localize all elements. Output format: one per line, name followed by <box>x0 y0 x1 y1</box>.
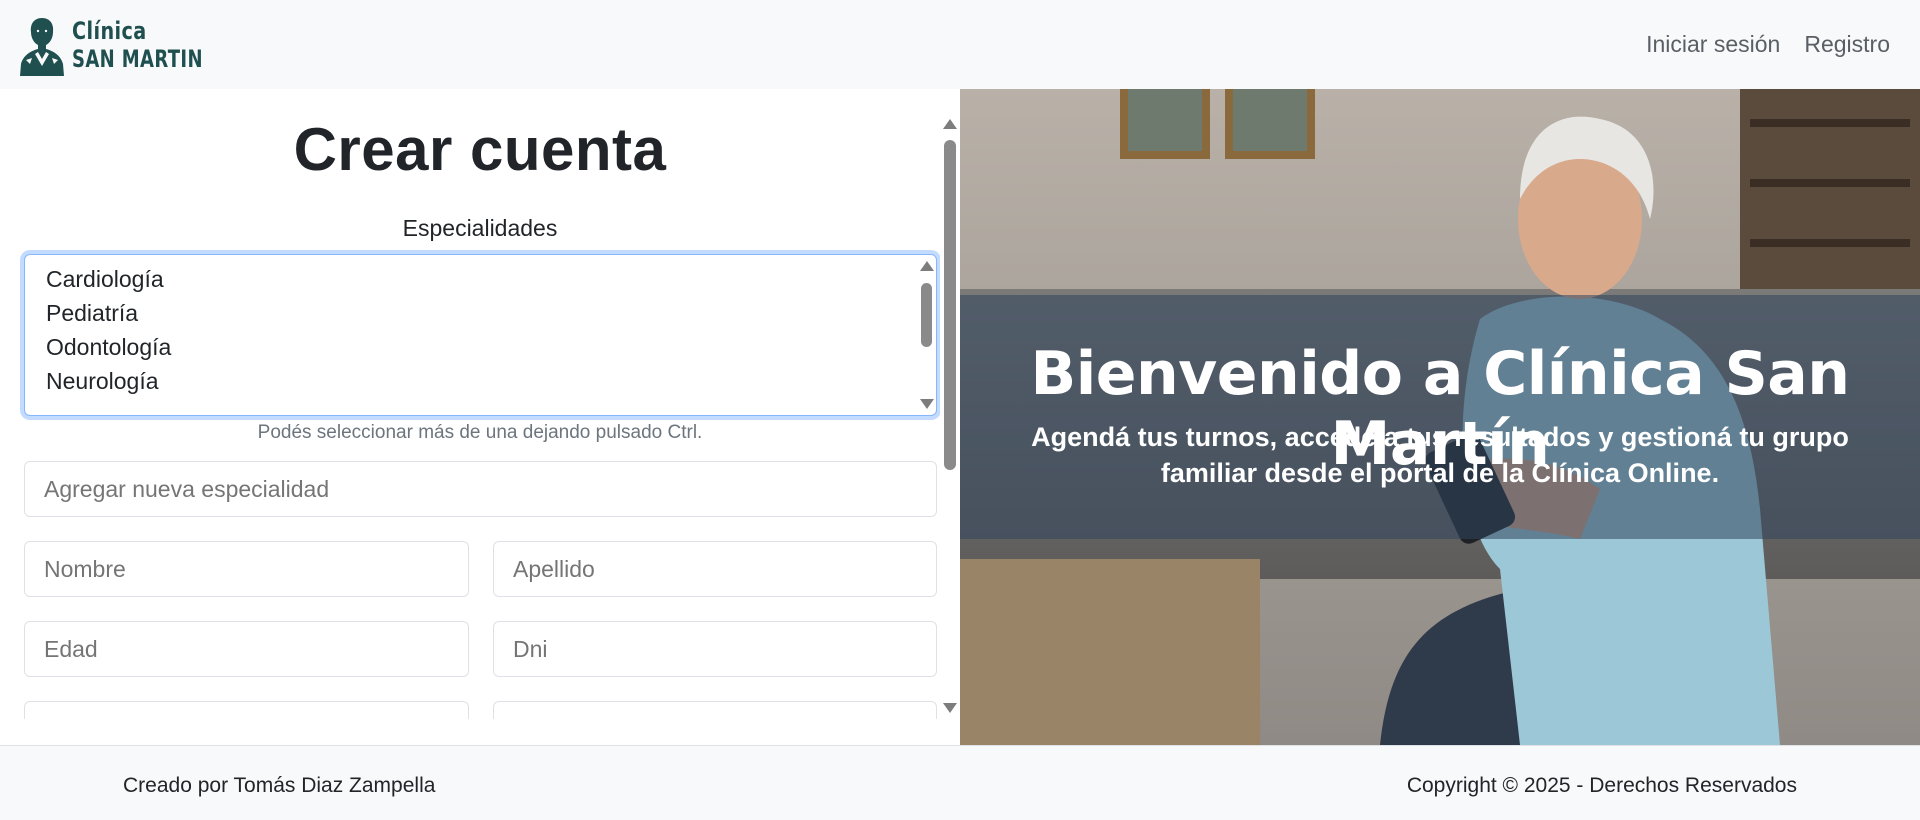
footer-credit: Creado por Tomás Diaz Zampella <box>123 774 436 797</box>
nombre-input[interactable] <box>24 541 469 597</box>
scroll-down-arrow-icon[interactable] <box>920 399 934 409</box>
scrollbar-thumb[interactable] <box>944 140 956 470</box>
footer-copyright: Copyright © 2025 - Derechos Reservados <box>1406 774 1797 797</box>
specialties-label: Especialidades <box>402 215 558 241</box>
specialties-scrollbar[interactable] <box>916 255 936 415</box>
specialties-help-text: Podés seleccionar más de una dejando pul… <box>257 422 703 443</box>
brand-logo[interactable]: Clínica SAN MARTIN <box>18 14 247 76</box>
navbar: Clínica SAN MARTIN Iniciar sesión Regist… <box>0 0 1920 89</box>
scroll-down-arrow-icon[interactable] <box>943 703 957 713</box>
next-field-left[interactable] <box>24 701 469 719</box>
footer: Creado por Tomás Diaz Zampella Copyright… <box>0 745 1920 820</box>
brand-name-line2: SAN MARTIN <box>72 44 203 73</box>
san-martin-portrait-icon <box>20 17 64 76</box>
specialties-options: Cardiología Pediatría Odontología Neurol… <box>25 255 936 398</box>
hero-subtitle: Agendá tus turnos, accedé a tus resultad… <box>1031 422 1849 488</box>
nav-login-link[interactable]: Iniciar sesión <box>1646 31 1780 58</box>
brand-name-line1: Clínica <box>72 16 147 45</box>
specialty-option[interactable]: Neurología <box>25 364 936 398</box>
specialties-multiselect[interactable]: Cardiología Pediatría Odontología Neurol… <box>24 254 937 416</box>
specialty-option[interactable]: Pediatría <box>25 296 936 330</box>
scroll-up-arrow-icon[interactable] <box>943 119 957 129</box>
apellido-input[interactable] <box>493 541 937 597</box>
edad-input[interactable] <box>24 621 469 677</box>
new-specialty-input[interactable] <box>24 461 937 517</box>
scrollbar-thumb[interactable] <box>921 283 932 347</box>
page-title: Crear cuenta <box>293 116 667 183</box>
form-scrollbar[interactable] <box>940 89 960 719</box>
register-form: Crear cuenta Especialidades Cardiología … <box>0 89 940 719</box>
dni-input[interactable] <box>493 621 937 677</box>
hero-section: Bienvenido a Clínica San Martín Agendá t… <box>960 89 1920 745</box>
specialty-option[interactable]: Odontología <box>25 330 936 364</box>
register-panel: Crear cuenta Especialidades Cardiología … <box>0 89 960 745</box>
nav-links: Iniciar sesión Registro <box>1646 31 1902 58</box>
next-field-right[interactable] <box>493 701 937 719</box>
nav-register-link[interactable]: Registro <box>1804 31 1890 58</box>
specialty-option[interactable]: Cardiología <box>25 262 936 296</box>
scroll-up-arrow-icon[interactable] <box>920 261 934 271</box>
